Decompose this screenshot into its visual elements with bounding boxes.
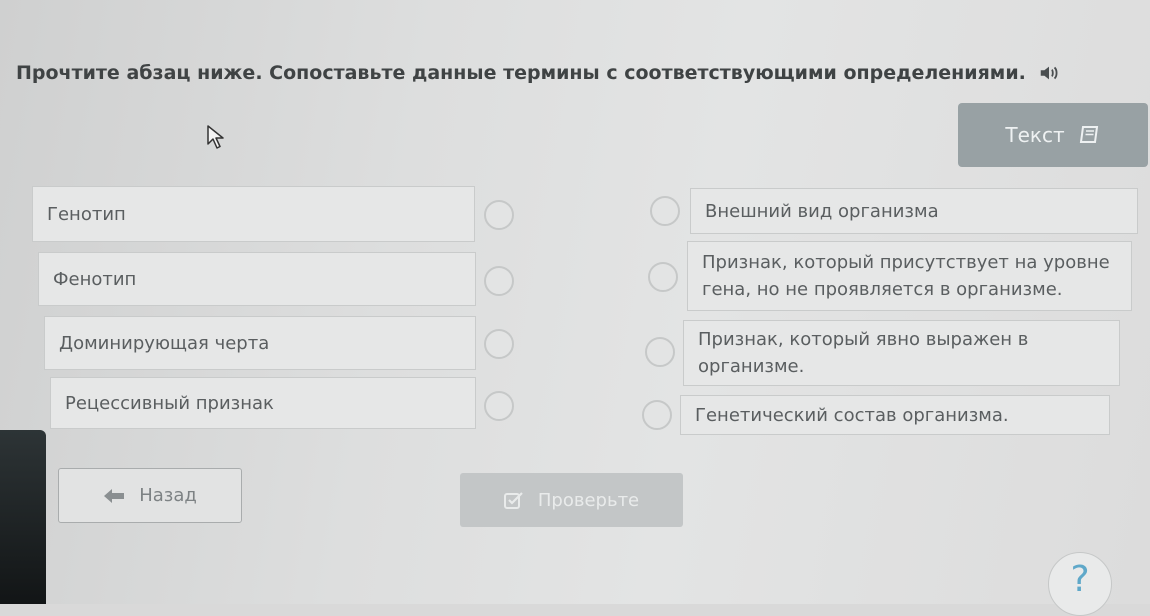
term-card[interactable]: Рецессивный признак bbox=[50, 377, 476, 429]
definition-label: Генетический состав организма. bbox=[695, 404, 1009, 426]
instruction-heading: Прочтите абзац ниже. Сопоставьте данные … bbox=[16, 62, 1060, 84]
term-card[interactable]: Доминирующая черта bbox=[44, 316, 476, 370]
term-connector-radio[interactable] bbox=[484, 200, 514, 230]
help-button-label: ? bbox=[1070, 559, 1090, 600]
definition-connector-radio[interactable] bbox=[645, 337, 675, 367]
term-label: Доминирующая черта bbox=[59, 332, 270, 354]
check-button[interactable]: Проверьте bbox=[460, 473, 683, 527]
checkbox-check-icon bbox=[503, 492, 523, 509]
term-card[interactable]: Фенотип bbox=[38, 252, 476, 306]
arrow-left-icon bbox=[104, 488, 125, 503]
definition-label: Внешний вид организма bbox=[705, 200, 939, 222]
quiz-screen: Прочтите абзац ниже. Сопоставьте данные … bbox=[0, 0, 1150, 616]
back-button[interactable]: Назад bbox=[58, 468, 242, 523]
definition-card[interactable]: Внешний вид организма bbox=[690, 188, 1138, 234]
definition-connector-radio[interactable] bbox=[648, 262, 678, 292]
definition-connector-radio[interactable] bbox=[650, 196, 680, 226]
mouse-cursor-icon bbox=[207, 125, 224, 149]
definition-connector-radio[interactable] bbox=[642, 400, 672, 430]
term-connector-radio[interactable] bbox=[484, 329, 514, 359]
term-card[interactable]: Генотип bbox=[32, 186, 475, 242]
screen-bezel bbox=[0, 430, 46, 604]
check-button-label: Проверьте bbox=[537, 489, 640, 511]
book-icon bbox=[1079, 126, 1098, 143]
definition-card[interactable]: Признак, который явно выражен в организм… bbox=[683, 320, 1120, 386]
definition-label: Признак, который присутствует на уровне … bbox=[702, 252, 1110, 300]
term-label: Рецессивный признак bbox=[65, 392, 274, 414]
help-button[interactable]: ? bbox=[1048, 552, 1112, 616]
term-connector-radio[interactable] bbox=[484, 391, 514, 421]
back-button-label: Назад bbox=[139, 485, 197, 506]
definition-card[interactable]: Генетический состав организма. bbox=[680, 395, 1110, 435]
definition-card[interactable]: Признак, который присутствует на уровне … bbox=[687, 241, 1132, 311]
speaker-icon[interactable] bbox=[1038, 62, 1060, 84]
text-button[interactable]: Текст bbox=[958, 103, 1148, 167]
term-connector-radio[interactable] bbox=[484, 266, 514, 296]
definition-label: Признак, который явно выражен в организм… bbox=[698, 329, 1029, 377]
instruction-text: Прочтите абзац ниже. Сопоставьте данные … bbox=[16, 62, 1026, 84]
term-label: Генотип bbox=[47, 203, 126, 225]
term-label: Фенотип bbox=[53, 268, 137, 290]
text-button-label: Текст bbox=[1005, 123, 1065, 147]
